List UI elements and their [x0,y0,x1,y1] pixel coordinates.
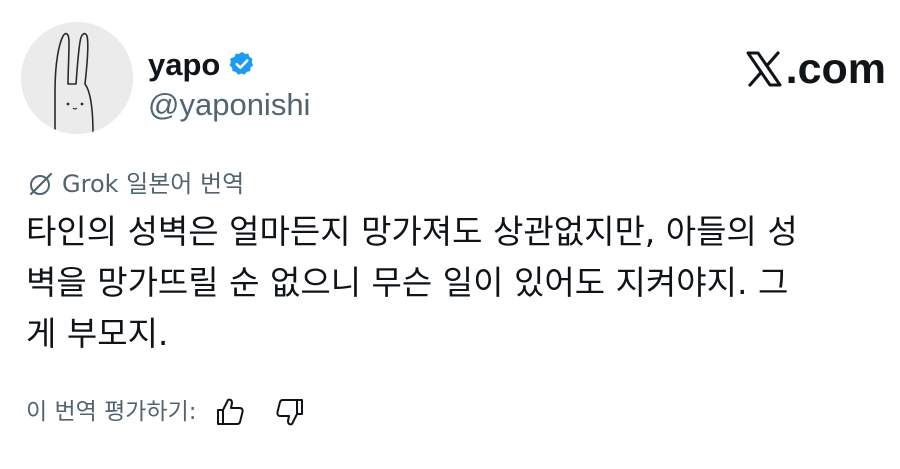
tweet-text-line: 게 부모지. [26,314,169,353]
tweet-text-line: 벽을 망가뜨릴 순 없으니 무슨 일이 있어도 지켜야지. 그 [26,263,789,302]
translation-label[interactable]: Grok 일본어 번역 [26,166,244,202]
translation-label-text: Grok 일본어 번역 [62,170,245,198]
thumbs-down-icon[interactable] [273,395,307,429]
thumbs-up-icon[interactable] [213,395,247,429]
rate-translation-label: 이 번역 평가하기: [26,398,197,425]
tweet-text-line: 타인의 성벽은 얼마든지 망가져도 상관없지만, 아들의 성 [26,212,798,251]
brand-watermark: .com [744,43,886,95]
rate-translation-row: 이 번역 평가하기: [26,392,307,432]
tweet-text: 타인의 성벽은 얼마든지 망가져도 상관없지만, 아들의 성 벽을 망가뜨릴 순… [26,206,886,359]
verified-badge-icon [228,50,256,78]
author-name-row: yapo [148,40,256,88]
grok-icon [26,169,56,199]
author-avatar[interactable] [21,22,133,134]
author-display-name[interactable]: yapo [148,49,220,80]
bunny-doodle-icon [21,22,133,134]
author-handle[interactable]: @yaponishi [148,87,310,123]
brand-domain-text: .com [785,44,886,93]
x-logo-icon [744,49,784,89]
